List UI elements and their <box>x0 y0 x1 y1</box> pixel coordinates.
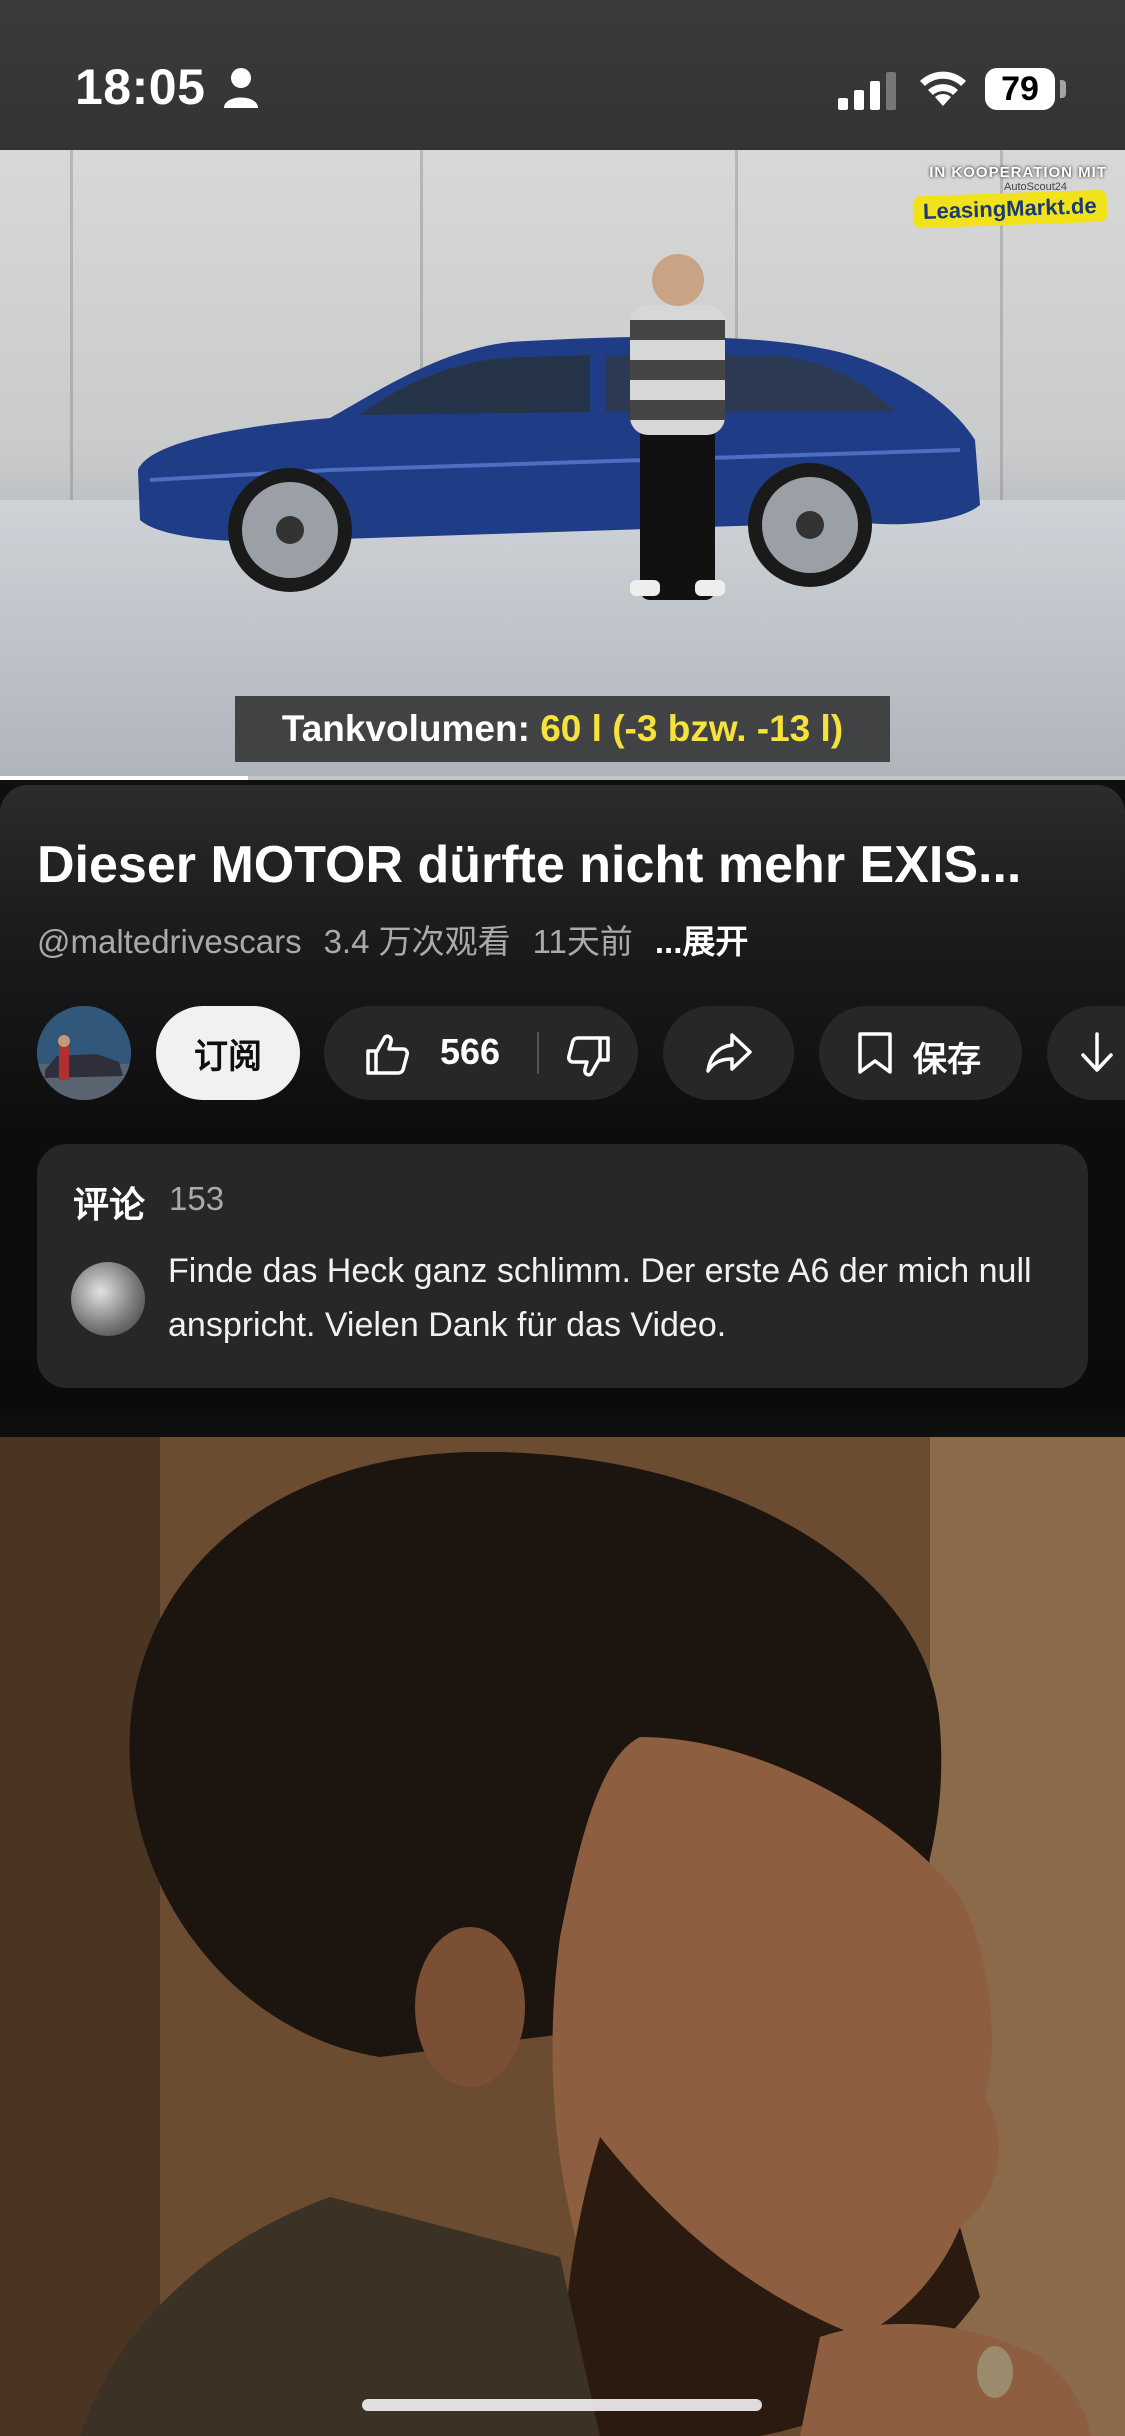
sponsor-badge: IN KOOPERATION MIT AutoScout24 LeasingMa… <box>912 164 1108 229</box>
share-icon <box>705 1033 752 1073</box>
like-count: 566 <box>440 1031 501 1072</box>
caption-text: Tankvolumen: <box>281 708 541 749</box>
like-divider <box>537 1032 539 1074</box>
dislike-icon[interactable] <box>566 1034 612 1080</box>
preview-image <box>0 1437 1125 2436</box>
video-caption: Tankvolumen: 60 l (-3 bzw. -13 l) <box>235 696 890 762</box>
caption-highlight: 60 l (-3 bzw. -13 l) <box>540 708 844 749</box>
upload-age: 11天前 <box>532 923 633 960</box>
top-comment-text: Finde das Heck ganz schlimm. Der erste A… <box>168 1252 1032 1344</box>
status-bar: 18:05 79 <box>0 0 1125 150</box>
subscribe-button[interactable]: 订阅 <box>156 1006 300 1100</box>
video-progress-bar[interactable] <box>0 776 1125 780</box>
status-time: 18:05 <box>75 59 206 115</box>
channel-handle[interactable]: @maltedrivescars <box>37 923 302 960</box>
expand-description[interactable]: ...展开 <box>655 923 749 960</box>
share-button[interactable] <box>663 1006 794 1100</box>
sponsor-line: IN KOOPERATION MIT <box>929 164 1107 181</box>
battery-indicator: 79 <box>985 68 1055 110</box>
comments-heading: 评论 <box>73 1184 146 1225</box>
avatar-image <box>37 1006 131 1100</box>
wifi-icon <box>920 71 966 106</box>
video-meta[interactable]: @maltedrivescars 3.4 万次观看 11天前 ...展开 <box>37 915 748 963</box>
like-icon[interactable] <box>364 1031 410 1077</box>
save-label: 保存 <box>913 1041 981 1079</box>
bookmark-icon <box>858 1032 892 1074</box>
like-dislike-group: 566 <box>324 1006 638 1100</box>
comments-card[interactable]: 评论 153 Finde das Heck ganz schlimm. Der … <box>37 1144 1088 1388</box>
next-video-preview[interactable] <box>0 1437 1125 2436</box>
channel-avatar[interactable] <box>37 1006 131 1100</box>
video-progress-fill <box>0 776 248 780</box>
download-icon <box>1081 1032 1113 1072</box>
sponsor-logo: LeasingMarkt.de <box>912 189 1108 229</box>
comments-count: 153 <box>169 1180 225 1217</box>
save-button[interactable]: 保存 <box>819 1006 1022 1100</box>
battery-nub <box>1060 80 1066 98</box>
commenter-avatar <box>71 1262 145 1336</box>
signal-icon <box>838 72 896 110</box>
view-count: 3.4 万次观看 <box>323 923 511 960</box>
video-frame-car <box>138 254 980 600</box>
video-player[interactable]: IN KOOPERATION MIT AutoScout24 LeasingMa… <box>0 150 1125 780</box>
person-icon <box>224 68 258 108</box>
home-indicator[interactable] <box>362 2399 762 2411</box>
video-title[interactable]: Dieser MOTOR dürfte nicht mehr EXIS... <box>37 835 1021 895</box>
